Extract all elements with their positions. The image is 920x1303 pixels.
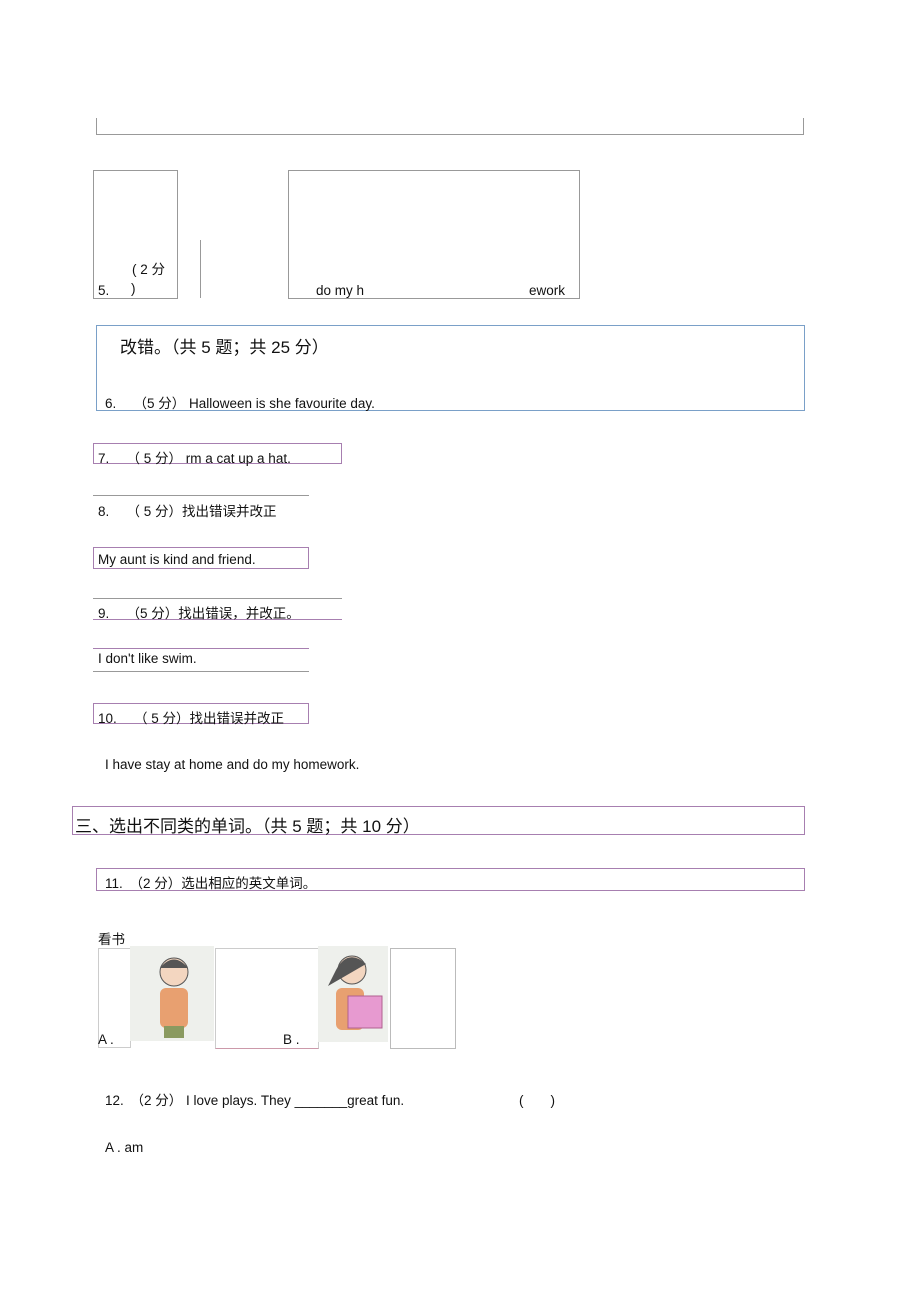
q5-text-left: do my h <box>316 283 365 298</box>
q8-text: 8. （ 5 分）找出错误并改正 <box>98 504 277 519</box>
divider <box>200 240 201 298</box>
q6-text: 6. （5 分） Halloween is she favourite day. <box>105 396 375 411</box>
q11-middle-box <box>215 948 319 1049</box>
q9-text: 9. （5 分）找出错误，并改正。 <box>98 606 300 621</box>
q9-line <box>93 598 342 599</box>
girl-reading-image <box>318 946 388 1042</box>
q8-sentence: My aunt is kind and friend. <box>98 552 256 567</box>
q5-score: ( 2 分 <box>132 262 166 277</box>
q5-box <box>93 170 178 299</box>
q12-option-a[interactable]: A . am <box>105 1140 143 1155</box>
q11-prompt: 看书 <box>98 932 125 947</box>
q5-text-right: ework <box>529 283 566 298</box>
girl-reading-icon <box>328 955 383 1030</box>
section3-title: 三、选出不同类的单词。（共 5 题；共 10 分） <box>75 817 420 836</box>
girl-thinking-image <box>130 946 214 1041</box>
q11-option-a[interactable]: A . <box>98 1032 114 1047</box>
girl-thinking-icon <box>159 957 189 1038</box>
q7-text: 7. （ 5 分） rm a cat up a hat. <box>98 451 291 466</box>
section2-title: 改错。（共 5 题；共 25 分） <box>120 338 329 357</box>
q12-text: 12. （2 分） I love plays. They _______grea… <box>105 1093 405 1108</box>
q8-line <box>93 495 309 496</box>
q12-answer-blank[interactable]: ( ) <box>519 1089 555 1109</box>
q9-sentence-line-bottom <box>93 671 309 672</box>
top-box-bottom <box>96 118 804 135</box>
q11-option-b[interactable]: B . <box>283 1032 300 1047</box>
q9-sentence-line <box>93 648 309 649</box>
q10-sentence: I have stay at home and do my homework. <box>105 757 360 772</box>
q5-number: 5. <box>98 283 110 298</box>
q11-option-b-box[interactable] <box>390 948 456 1049</box>
q5-score-close: ) <box>131 281 136 296</box>
q9-sentence: I don't like swim. <box>98 651 197 666</box>
q11-text: 11. （2 分）选出相应的英文单词。 <box>105 876 317 891</box>
q10-text: 10. （ 5 分）找出错误并改正 <box>98 711 285 726</box>
document-page: ( 2 分 5. ) do my h ework 改错。（共 5 题；共 25 … <box>0 0 920 1303</box>
q5-answer-box <box>288 170 580 299</box>
